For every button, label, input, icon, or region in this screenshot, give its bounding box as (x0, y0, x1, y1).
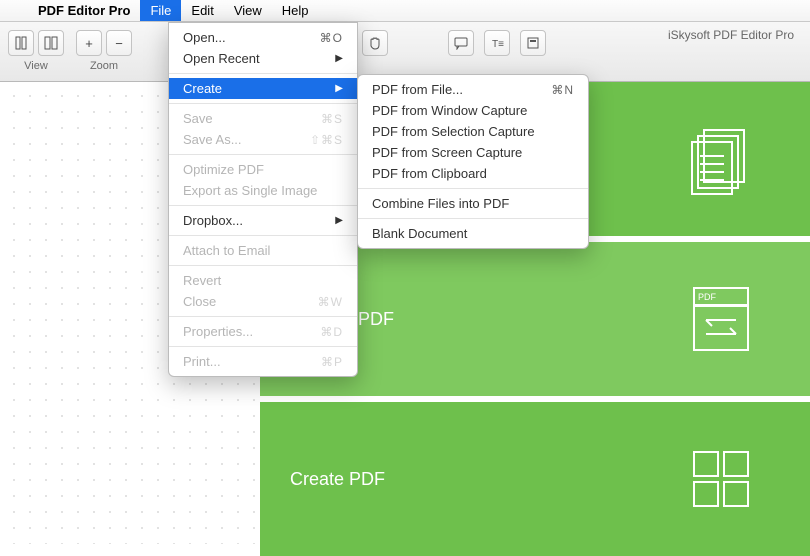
file-menu-item: Optimize PDF (169, 159, 357, 180)
menu-item-label: PDF from Clipboard (372, 166, 487, 181)
file-menu[interactable]: Open... ⌘O Open Recent ▶ Create ▶ Save ⌘S Save A… (168, 22, 358, 377)
menubar-edit[interactable]: Edit (181, 0, 223, 21)
menu-shortcut: ⌘W (318, 295, 343, 309)
zoom-group: + − Zoom (76, 30, 132, 72)
comment-tool-button[interactable] (448, 30, 474, 56)
app-name: PDF Editor Pro (28, 3, 140, 18)
card-title: Create PDF (290, 469, 385, 490)
view-two-page-button[interactable] (38, 30, 64, 56)
menu-shortcut: ⌘O (320, 31, 343, 45)
menu-shortcut: ⌘S (321, 112, 343, 126)
menu-shortcut: ⌘P (321, 355, 343, 369)
file-menu-item: Export as Single Image (169, 180, 357, 201)
file-menu-item: Properties... ⌘D (169, 321, 357, 342)
zoom-in-button[interactable]: + (76, 30, 102, 56)
view-group: View (8, 30, 64, 72)
create-submenu-item[interactable]: PDF from Selection Capture (358, 121, 588, 142)
file-menu-item: Save ⌘S (169, 108, 357, 129)
menu-item-label: Combine Files into PDF (372, 196, 509, 211)
menu-item-label: Dropbox... (183, 213, 243, 228)
toolbar: View + − Zoom T≡ iSkysoft PDF Editor Pro (0, 22, 810, 82)
view-single-page-button[interactable] (8, 30, 34, 56)
file-menu-item: Print... ⌘P (169, 351, 357, 372)
menu-item-label: PDF from File... (372, 82, 463, 97)
file-menu-item: Close ⌘W (169, 291, 357, 312)
mac-menubar: PDF Editor Pro File Edit View Help (0, 0, 810, 22)
menubar-view[interactable]: View (224, 0, 272, 21)
menu-item-label: Print... (183, 354, 221, 369)
create-submenu-item[interactable]: PDF from File... ⌘N (358, 79, 588, 100)
view-label: View (24, 60, 48, 72)
menu-item-label: PDF from Window Capture (372, 103, 527, 118)
create-submenu-item[interactable]: Blank Document (358, 223, 588, 244)
create-submenu-item[interactable]: PDF from Window Capture (358, 100, 588, 121)
menu-item-label: Revert (183, 273, 221, 288)
submenu-arrow-icon: ▶ (335, 83, 343, 94)
menu-item-label: Open... (183, 30, 226, 45)
file-menu-item: Revert (169, 270, 357, 291)
hand-tool-button[interactable] (362, 30, 388, 56)
file-menu-item[interactable]: Dropbox... ▶ (169, 210, 357, 231)
create-submenu-item[interactable]: PDF from Screen Capture (358, 142, 588, 163)
menu-item-label: Attach to Email (183, 243, 270, 258)
menu-item-label: Export as Single Image (183, 183, 317, 198)
menu-item-label: Save (183, 111, 213, 126)
grid-icon (682, 440, 760, 518)
file-menu-item[interactable]: Create ▶ (169, 78, 357, 99)
menu-item-label: Close (183, 294, 216, 309)
file-menu-item: Save As... ⇧⌘S (169, 129, 357, 150)
text-tool-button[interactable]: T≡ (484, 30, 510, 56)
create-submenu-item[interactable]: Combine Files into PDF (358, 193, 588, 214)
convert-icon: PDF (682, 280, 760, 358)
submenu-arrow-icon: ▶ (335, 215, 343, 226)
toolbar-right: T≡ (362, 30, 546, 56)
menu-shortcut: ⌘N (551, 83, 574, 97)
file-menu-item: Attach to Email (169, 240, 357, 261)
window-title: iSkysoft PDF Editor Pro (668, 28, 794, 42)
menu-item-label: PDF from Screen Capture (372, 145, 522, 160)
menu-item-label: Properties... (183, 324, 253, 339)
menu-item-label: Create (183, 81, 222, 96)
menu-shortcut: ⇧⌘S (310, 133, 343, 147)
menu-item-label: Blank Document (372, 226, 467, 241)
menubar-file[interactable]: File (140, 0, 181, 21)
svg-text:T≡: T≡ (492, 39, 504, 50)
create-submenu-item[interactable]: PDF from Clipboard (358, 163, 588, 184)
form-tool-button[interactable] (520, 30, 546, 56)
document-stack-icon (682, 120, 760, 198)
menu-item-label: Save As... (183, 132, 242, 147)
menu-item-label: Open Recent (183, 51, 260, 66)
file-menu-item[interactable]: Open... ⌘O (169, 27, 357, 48)
menu-shortcut: ⌘D (320, 325, 343, 339)
submenu-arrow-icon: ▶ (335, 53, 343, 64)
svg-text:PDF: PDF (698, 292, 717, 302)
zoom-label: Zoom (90, 60, 118, 72)
card-create-pdf[interactable]: Create PDF (260, 402, 810, 556)
menubar-help[interactable]: Help (272, 0, 319, 21)
menu-item-label: Optimize PDF (183, 162, 264, 177)
file-menu-item[interactable]: Open Recent ▶ (169, 48, 357, 69)
zoom-out-button[interactable]: − (106, 30, 132, 56)
menu-item-label: PDF from Selection Capture (372, 124, 535, 139)
create-submenu[interactable]: PDF from File... ⌘N PDF from Window Captur… (357, 74, 589, 249)
